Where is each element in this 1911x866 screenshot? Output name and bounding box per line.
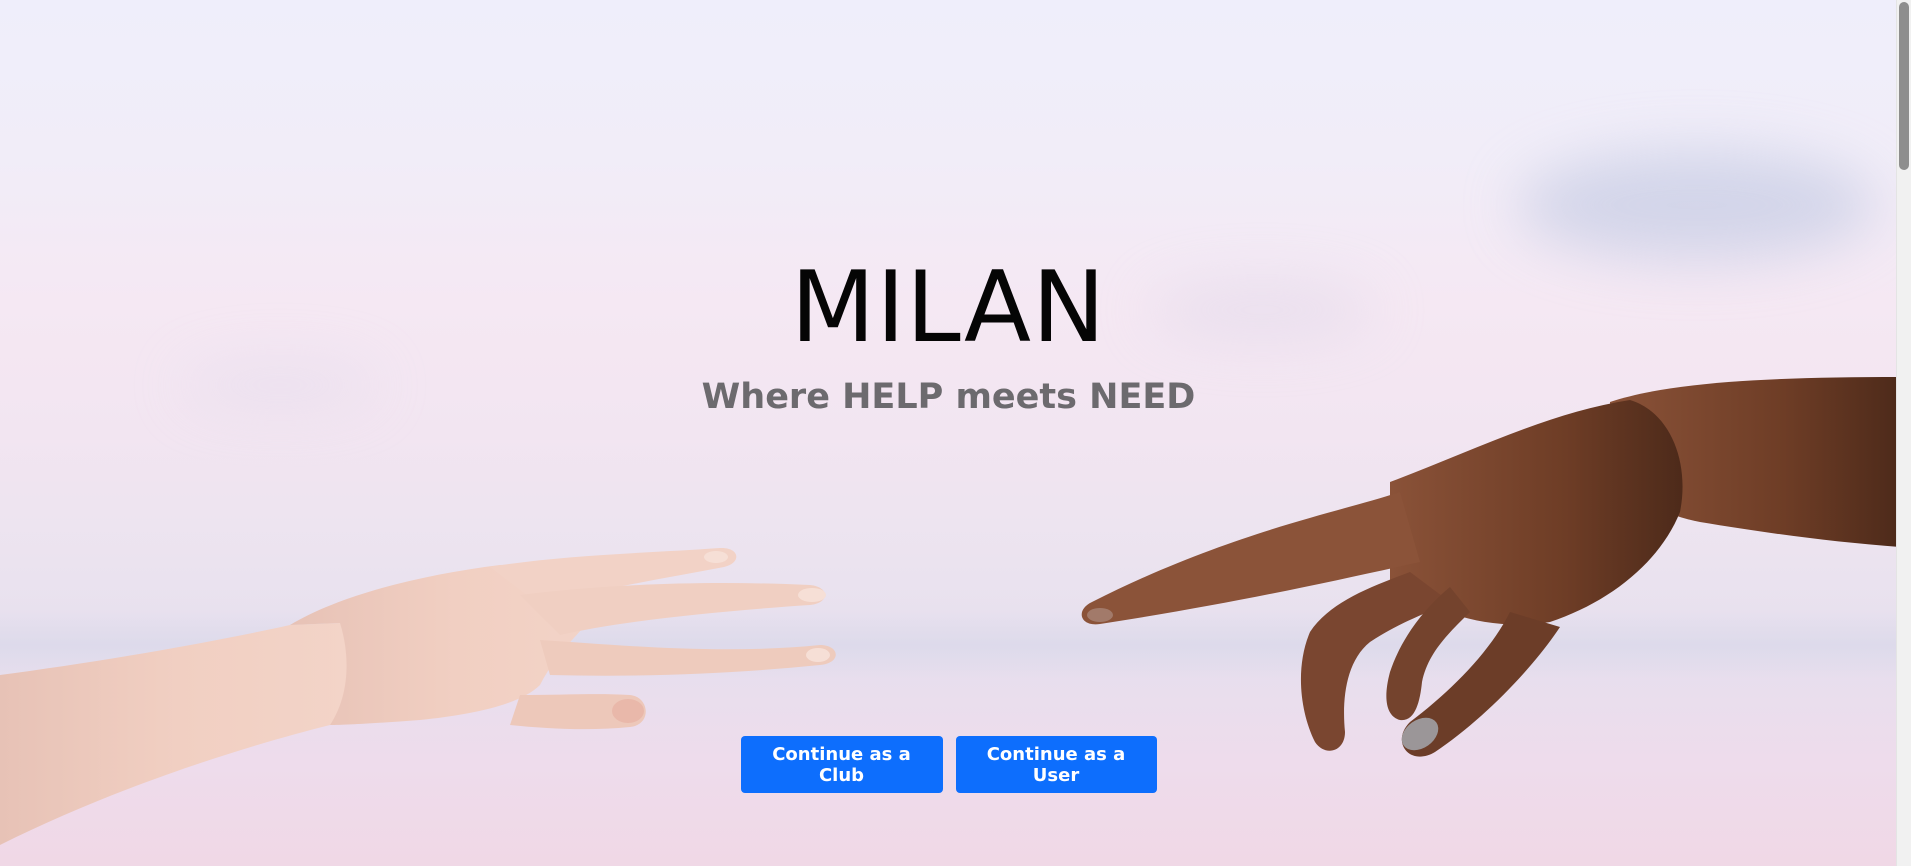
site-title: MILAN bbox=[790, 251, 1107, 365]
scrollbar-thumb[interactable] bbox=[1899, 2, 1909, 170]
right-hand-image bbox=[1070, 372, 1900, 772]
landing-page: MILAN Where HELP meets NEED Continue as … bbox=[0, 0, 1911, 866]
tagline: Where HELP meets NEED bbox=[701, 376, 1196, 417]
continue-as-user-button[interactable]: Continue as a User bbox=[955, 736, 1157, 793]
vertical-scrollbar[interactable] bbox=[1896, 0, 1911, 866]
cloud bbox=[1517, 150, 1877, 260]
hero-text-block: MILAN Where HELP meets NEED bbox=[0, 251, 1897, 417]
left-hand-image bbox=[0, 545, 850, 865]
continue-as-club-button[interactable]: Continue as a Club bbox=[740, 736, 943, 793]
cta-button-group: Continue as a Club Continue as a User bbox=[0, 736, 1897, 793]
